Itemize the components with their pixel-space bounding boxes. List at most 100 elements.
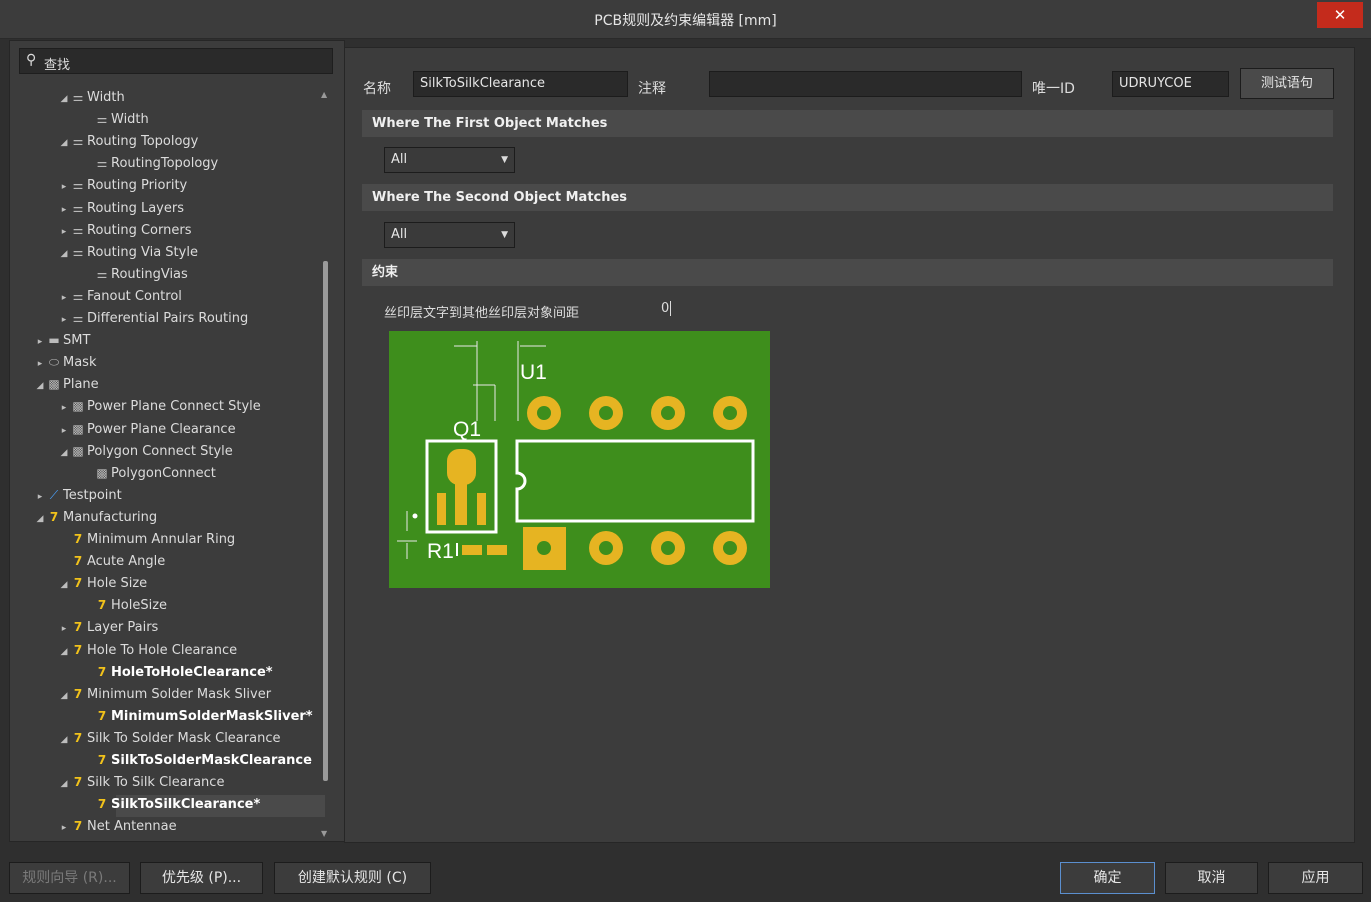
tree-item[interactable]: ▸ ▩ Power Plane Clearance: [59, 418, 236, 440]
second-object-dropdown[interactable]: All ▼: [384, 222, 515, 248]
expanded-arrow-icon[interactable]: ◢: [35, 508, 45, 530]
close-button[interactable]: ✕: [1317, 2, 1363, 28]
tree-item[interactable]: ▸ 7 Net Antennae: [59, 815, 177, 837]
tree-item[interactable]: ▸ ⚌ Routing Priority: [59, 174, 188, 198]
comment-field[interactable]: [709, 71, 1022, 97]
tree-item[interactable]: ◢ ▩ Polygon Connect Style: [59, 440, 233, 462]
tree-item[interactable]: 7 SilkToSolderMaskClearance: [83, 749, 312, 771]
collapsed-arrow-icon[interactable]: ▸: [59, 817, 69, 838]
tree-item[interactable]: 7 HoleToHoleClearance*: [83, 661, 273, 683]
tree-item[interactable]: 7 Minimum Annular Ring: [59, 528, 235, 550]
expanded-arrow-icon[interactable]: ◢: [59, 685, 69, 707]
tree-item[interactable]: 7 Acute Angle: [59, 550, 165, 572]
rule-wizard-button[interactable]: 规则向导 (R)...: [9, 862, 130, 894]
route-icon: ⚌: [72, 178, 84, 193]
expanded-arrow-icon[interactable]: ◢: [59, 574, 69, 596]
name-field[interactable]: SilkToSilkClearance: [413, 71, 628, 97]
tree-item[interactable]: ⚌ RoutingTopology: [83, 152, 219, 174]
tree-item-label: Routing Topology: [87, 134, 199, 150]
name-label: 名称: [363, 81, 391, 97]
tree-item-label: RoutingTopology: [111, 156, 219, 172]
tree-item[interactable]: ▸ ⚌ Routing Corners: [59, 219, 192, 243]
expanded-arrow-icon[interactable]: ◢: [59, 243, 69, 265]
tree-item[interactable]: ◢ 7 Hole To Hole Clearance: [59, 639, 238, 663]
second-object-value: All: [391, 227, 408, 242]
silk-clearance-value[interactable]: 0: [661, 301, 672, 316]
expanded-arrow-icon[interactable]: ◢: [59, 729, 69, 751]
tree-item[interactable]: ◢ 7 Manufacturing: [35, 506, 158, 530]
search-box[interactable]: ⚲ 查找: [19, 48, 333, 74]
cancel-button[interactable]: 取消: [1165, 862, 1258, 894]
expanded-arrow-icon[interactable]: ◢: [59, 132, 69, 154]
collapsed-arrow-icon[interactable]: ▸: [59, 618, 69, 640]
first-object-value: All: [391, 152, 408, 167]
scroll-up-arrow[interactable]: ▲: [321, 90, 327, 99]
unique-id-field[interactable]: UDRUYCOE: [1112, 71, 1229, 97]
tree-item-label: Hole To Hole Clearance: [87, 642, 238, 658]
collapsed-arrow-icon[interactable]: ▸: [59, 221, 69, 243]
create-default-rules-button[interactable]: 创建默认规则 (C): [274, 862, 431, 894]
tree-item[interactable]: ◢ 7 Hole Size: [59, 572, 148, 596]
tree-item[interactable]: ◢ 7 Silk To Solder Mask Clearance: [59, 727, 281, 751]
tree-item[interactable]: ▸ 7 Layer Pairs: [59, 616, 159, 640]
tree-item[interactable]: ◢ ▩ Plane: [35, 373, 99, 395]
collapsed-arrow-icon[interactable]: ▸: [59, 309, 69, 331]
collapsed-arrow-icon[interactable]: ▸: [59, 199, 69, 221]
tree-item[interactable]: ◢ 7 Minimum Solder Mask Sliver: [59, 683, 272, 707]
collapsed-arrow-icon[interactable]: ▸: [59, 287, 69, 309]
search-icon: ⚲: [26, 52, 37, 68]
testpoint-icon: ⟋: [49, 487, 59, 502]
expanded-arrow-icon[interactable]: ◢: [35, 375, 45, 397]
constraints-header: 约束: [362, 259, 1333, 286]
first-object-dropdown[interactable]: All ▼: [384, 147, 515, 173]
tree-item[interactable]: ▸ ⚌ Differential Pairs Routing: [59, 307, 248, 329]
route-icon: ⚌: [72, 288, 84, 303]
collapsed-arrow-icon[interactable]: ▸: [59, 176, 69, 198]
tree-item[interactable]: ⚌ RoutingVias: [83, 263, 188, 285]
pin-dot: [412, 513, 418, 519]
tree-item[interactable]: 7 HoleSize: [83, 594, 167, 616]
tree-item-label: Silk To Solder Mask Clearance: [87, 730, 281, 746]
tree-item[interactable]: ▸ ⚌ Routing Layers: [59, 197, 184, 219]
tree-item[interactable]: ◢ ⚌ Routing Via Style: [59, 241, 198, 263]
tree-scrollbar[interactable]: [323, 261, 328, 781]
title-bar: PCB规则及约束编辑器 [mm] ✕: [0, 0, 1371, 39]
tree-item[interactable]: ◢ ⚌ Width: [59, 86, 125, 108]
tree-item-label: HoleSize: [111, 598, 168, 614]
collapsed-arrow-icon[interactable]: ▸: [59, 397, 69, 419]
test-query-button[interactable]: 测试语句: [1240, 68, 1334, 99]
tree-item[interactable]: ▸ ⚌ Fanout Control: [59, 285, 182, 307]
tree-item[interactable]: ⚌ Width: [83, 108, 149, 130]
u1-label: U1: [520, 361, 547, 384]
tree-item[interactable]: ▩ PolygonConnect: [83, 462, 216, 484]
unique-id-label: 唯一ID: [1032, 81, 1075, 97]
expanded-arrow-icon[interactable]: ◢: [59, 773, 69, 795]
tree-item[interactable]: ▸ ⬭ Mask: [35, 351, 97, 375]
ok-button[interactable]: 确定: [1060, 862, 1155, 894]
tree-item[interactable]: ▸ ⟋ Testpoint: [35, 484, 122, 506]
tree-item-label: Acute Angle: [87, 554, 166, 570]
expanded-arrow-icon[interactable]: ◢: [59, 641, 69, 663]
route-icon: ⚌: [96, 156, 108, 171]
plane-icon: ▩: [72, 443, 84, 458]
first-object-header: Where The First Object Matches: [362, 110, 1333, 137]
manufacturing-icon: 7: [97, 598, 107, 613]
tree-item[interactable]: ◢ 7 Silk To Silk Clearance: [59, 771, 225, 795]
tree-item-label: SMT: [63, 333, 91, 349]
scroll-down-arrow[interactable]: ▼: [321, 829, 327, 838]
tree-item-label: MinimumSolderMaskSliver*: [111, 708, 313, 724]
expanded-arrow-icon[interactable]: ◢: [59, 88, 69, 110]
priority-button[interactable]: 优先级 (P)...: [140, 862, 263, 894]
expanded-arrow-icon[interactable]: ◢: [59, 442, 69, 464]
collapsed-arrow-icon[interactable]: ▸: [35, 331, 45, 353]
apply-button[interactable]: 应用: [1268, 862, 1363, 894]
tree-item[interactable]: ◢ ⚌ Routing Topology: [59, 130, 199, 154]
collapsed-arrow-icon[interactable]: ▸: [35, 486, 45, 508]
tree-item[interactable]: 7 SilkToSilkClearance*: [83, 793, 260, 815]
tree-item[interactable]: ▸ ▩ Power Plane Connect Style: [59, 395, 261, 417]
collapsed-arrow-icon[interactable]: ▸: [59, 420, 69, 442]
collapsed-arrow-icon[interactable]: ▸: [35, 353, 45, 375]
tree-item[interactable]: 7 MinimumSolderMaskSliver*: [83, 705, 313, 727]
tree-item[interactable]: ▸ ▬ SMT: [35, 329, 91, 353]
tree-item-label: Width: [111, 112, 149, 128]
